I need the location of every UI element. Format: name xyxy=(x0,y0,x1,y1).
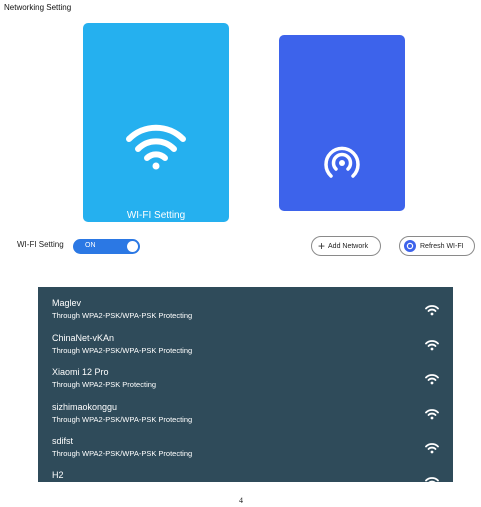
wifi-signal-icon xyxy=(425,477,439,482)
wifi-signal-icon xyxy=(425,340,439,351)
add-network-label: Add Network xyxy=(328,242,369,250)
toggle-knob xyxy=(127,241,138,252)
wifi-icon xyxy=(83,122,229,170)
network-item[interactable]: sizhimaokonggu Through WPA2-PSK/WPA-PSK … xyxy=(52,402,439,432)
page-number: 4 xyxy=(239,496,243,505)
wifi-signal-icon xyxy=(425,305,439,316)
add-network-button[interactable]: + Add Network xyxy=(311,236,381,256)
wifi-signal-icon xyxy=(425,409,439,420)
network-name: sdifst xyxy=(52,436,74,446)
network-security: Through WPA2-PSK/WPA-PSK Protecting xyxy=(52,311,193,320)
network-name: Xiaomi 12 Pro xyxy=(52,367,109,377)
network-item[interactable]: Maglev Through WPA2-PSK/WPA-PSK Protecti… xyxy=(52,298,439,328)
plus-icon: + xyxy=(318,239,326,253)
hotspot-icon xyxy=(279,140,405,180)
network-name: Maglev xyxy=(52,298,82,308)
refresh-wifi-button[interactable]: Refresh WI-FI xyxy=(399,236,475,256)
network-list[interactable]: Maglev Through WPA2-PSK/WPA-PSK Protecti… xyxy=(38,287,453,482)
refresh-icon xyxy=(404,240,416,252)
network-name: ChinaNet-vKAn xyxy=(52,333,115,343)
wifi-setting-label: WI-FI Setting xyxy=(17,240,64,249)
wifi-toggle[interactable]: ON xyxy=(73,239,140,254)
wifi-setting-card[interactable]: WI-FI Setting xyxy=(83,23,229,222)
wifi-setting-card-label: WI-FI Setting xyxy=(126,210,186,221)
toggle-state-text: ON xyxy=(85,242,96,249)
network-security: Through WPA2-PSK Protecting xyxy=(52,380,157,389)
hotspot-setting-card[interactable]: Hotspot Setting xyxy=(279,35,405,225)
hotspot-setting-card-label: Hotspot Setting xyxy=(311,215,373,225)
network-name: sizhimaokonggu xyxy=(52,402,118,412)
network-name: H2 xyxy=(52,470,64,480)
wifi-signal-icon xyxy=(425,443,439,454)
network-item[interactable]: H2 xyxy=(52,470,439,482)
page-title: Networking Setting xyxy=(4,3,72,12)
network-item[interactable]: Xiaomi 12 Pro Through WPA2-PSK Protectin… xyxy=(52,367,439,397)
network-item[interactable]: ChinaNet-vKAn Through WPA2-PSK/WPA-PSK P… xyxy=(52,333,439,363)
wifi-signal-icon xyxy=(425,374,439,385)
network-security: Through WPA2-PSK/WPA-PSK Protecting xyxy=(52,346,193,355)
network-security: Through WPA2-PSK/WPA-PSK Protecting xyxy=(52,449,193,458)
network-security: Through WPA2-PSK/WPA-PSK Protecting xyxy=(52,415,193,424)
network-item[interactable]: sdifst Through WPA2-PSK/WPA-PSK Protecti… xyxy=(52,436,439,466)
refresh-wifi-label: Refresh WI-FI xyxy=(420,242,464,250)
